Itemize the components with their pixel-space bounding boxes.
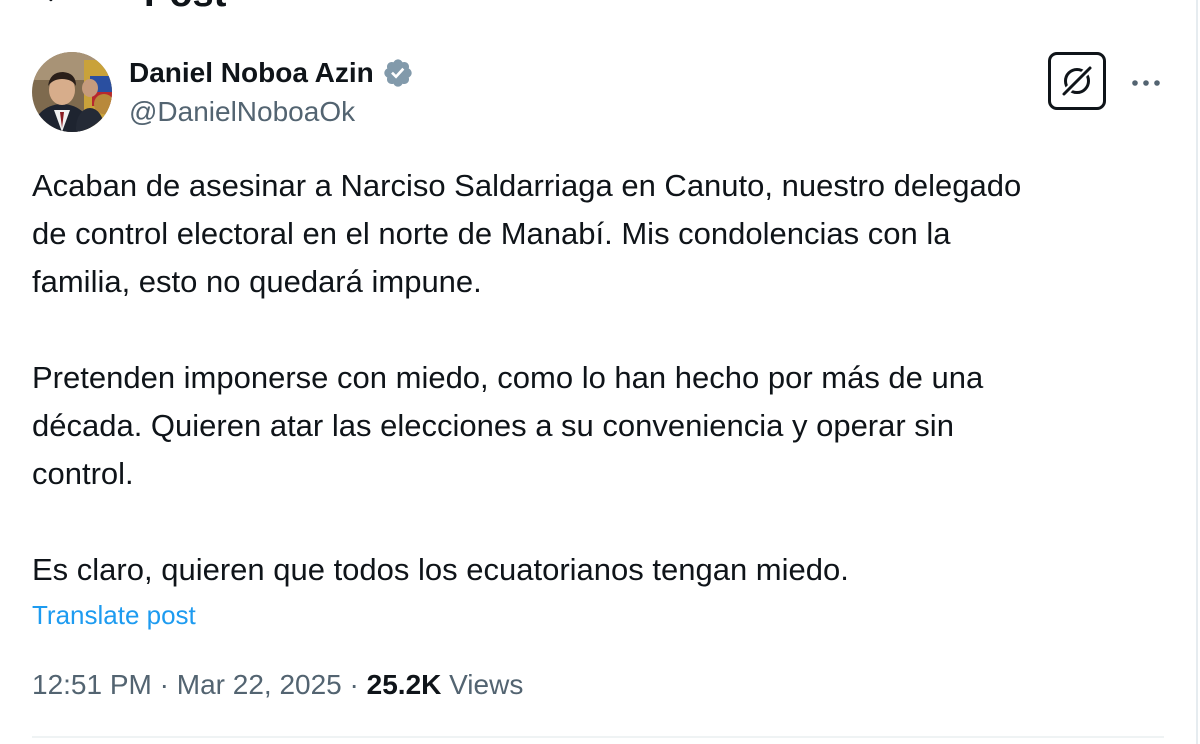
- top-bar: Post: [0, 0, 1196, 14]
- author-name[interactable]: Daniel Noboa Azin: [129, 56, 374, 90]
- right-edge-border: [1196, 0, 1198, 744]
- post-date[interactable]: Mar 22, 2025: [177, 669, 342, 700]
- post-line: control.: [32, 456, 134, 491]
- divider: [32, 736, 1164, 738]
- verified-badge-icon[interactable]: [382, 57, 414, 89]
- grok-button[interactable]: [1048, 52, 1106, 110]
- post-line: década. Quieren atar las elecciones a su…: [32, 408, 954, 443]
- post-line: Acaban de asesinar a Narciso Saldarriaga…: [32, 168, 1022, 203]
- post-paragraph-1: Acaban de asesinar a Narciso Saldarriaga…: [32, 162, 1182, 306]
- post-paragraph-2: Pretenden imponerse con miedo, como lo h…: [32, 354, 1182, 498]
- post-line: Pretenden imponerse con miedo, como lo h…: [32, 360, 984, 395]
- post-line: familia, esto no quedará impune.: [32, 264, 482, 299]
- post-time[interactable]: 12:51 PM: [32, 669, 152, 700]
- author-name-row[interactable]: Daniel Noboa Azin: [129, 56, 414, 90]
- post-line: de control electoral en el norte de Mana…: [32, 216, 951, 251]
- meta-separator: ·: [159, 669, 169, 700]
- post-text: Acaban de asesinar a Narciso Saldarriaga…: [32, 162, 1182, 594]
- meta-separator: ·: [349, 669, 359, 700]
- post-meta: 12:51 PM · Mar 22, 2025 · 25.2K Views: [32, 664, 523, 706]
- grok-icon: [1060, 64, 1094, 98]
- more-button[interactable]: [1128, 68, 1164, 98]
- translate-post-link[interactable]: Translate post: [32, 596, 196, 634]
- post-paragraph-3: Es claro, quieren que todos los ecuatori…: [32, 546, 1182, 594]
- avatar[interactable]: [32, 52, 112, 132]
- author-handle[interactable]: @DanielNoboaOk: [129, 95, 355, 129]
- page-title: Post: [144, 0, 226, 14]
- views-count[interactable]: 25.2K: [367, 669, 442, 700]
- more-dots-icon: [1132, 80, 1160, 86]
- back-arrow-icon[interactable]: [34, 0, 62, 6]
- views-label[interactable]: Views: [449, 669, 523, 700]
- post-line: Es claro, quieren que todos los ecuatori…: [32, 552, 849, 587]
